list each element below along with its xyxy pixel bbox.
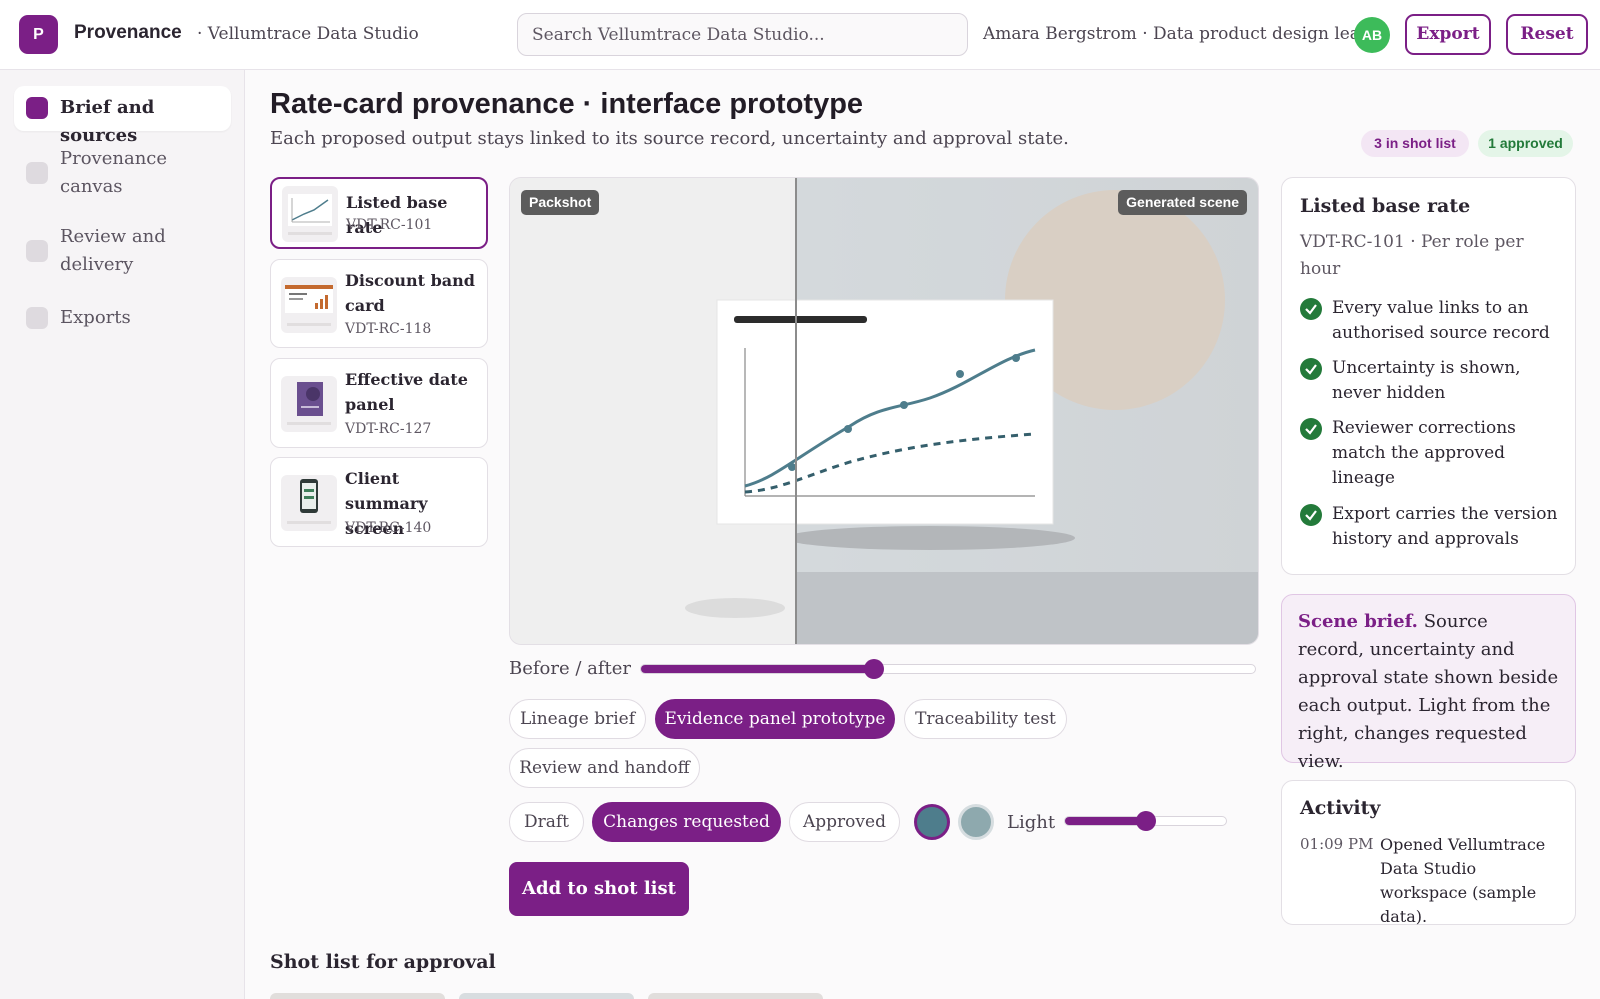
sidebar-item-label: Provenance canvas [60, 148, 168, 197]
shot-list-count-badge: 3 in shot list [1361, 130, 1469, 157]
section-icon [26, 307, 48, 329]
line-chart-thumb-icon [282, 186, 338, 242]
workspace-name: · Vellumtrace Data Studio [197, 24, 419, 44]
sidebar-item-review[interactable]: Review and delivery [14, 222, 231, 280]
top-bar: P Provenance · Vellumtrace Data Studio A… [0, 0, 1600, 70]
page-title: Rate-card provenance · interface prototy… [270, 88, 864, 120]
scene-illustration [510, 178, 1258, 644]
activity-text: Opened Vellumtrace Data Studio workspace… [1380, 835, 1546, 926]
check-icon [1300, 504, 1322, 526]
source-title: Discount band card [345, 271, 475, 315]
activity-title: Activity [1300, 797, 1381, 819]
status-draft[interactable]: Draft [509, 802, 584, 842]
slider-fill [1065, 817, 1146, 825]
date-panel-thumb-icon [281, 376, 337, 432]
phone-thumb-icon [281, 475, 337, 531]
section-icon [26, 162, 48, 184]
source-code: VDT-RC-101 [346, 217, 433, 233]
generated-scene-tag: Generated scene [1118, 190, 1247, 215]
before-after-stage[interactable]: Packshot Generated scene [509, 177, 1259, 645]
source-card[interactable]: Effective date panel VDT-RC-127 [270, 358, 488, 448]
sidebar-item-label: Review and delivery [60, 226, 166, 275]
source-code: VDT-RC-140 [345, 520, 432, 536]
source-code: VDT-RC-118 [345, 321, 432, 337]
detail-title: Listed base rate [1300, 195, 1471, 217]
source-title: Effective date panel [345, 370, 468, 414]
scene-brief: Scene brief. Source record, uncertainty … [1281, 594, 1576, 772]
sidebar: Brief and sources Provenance canvas Revi… [0, 70, 245, 999]
approved-count-badge: 1 approved [1478, 130, 1573, 157]
detail-panel: Listed base rate VDT-RC-101 · Per role p… [1281, 177, 1576, 575]
light-slider[interactable] [1064, 811, 1227, 831]
source-card[interactable]: Client summary screen VDT-RC-140 [270, 457, 488, 547]
sidebar-item-label: Brief and sources [60, 97, 155, 146]
activity-time: 01:09 PM [1300, 835, 1374, 853]
checklist-text: Export carries the version history and a… [1332, 504, 1558, 549]
checklist-text: Uncertainty is shown, never hidden [1332, 358, 1521, 403]
slider-fill [641, 665, 874, 673]
status-changes-requested[interactable]: Changes requested [592, 802, 781, 842]
check-icon [1300, 298, 1322, 320]
color-swatch-grey[interactable] [958, 804, 994, 840]
packshot-tag: Packshot [521, 190, 600, 215]
before-after-label: Before / after [509, 658, 632, 679]
sidebar-item-canvas[interactable]: Provenance canvas [14, 144, 231, 202]
section-icon [26, 240, 48, 262]
brand-name: Provenance [74, 22, 182, 43]
user-name: Amara Bergstrom · Data product design le… [983, 24, 1371, 44]
shot-list-item[interactable] [459, 993, 634, 999]
tab-review-handoff[interactable]: Review and handoff [509, 748, 700, 788]
shot-list-item[interactable] [648, 993, 823, 999]
tab-lineage-brief[interactable]: Lineage brief [509, 699, 646, 739]
check-icon [1300, 418, 1322, 440]
activity-panel: Activity 01:09 PM Opened Vellumtrace Dat… [1281, 780, 1576, 926]
checklist-text: Every value links to an authorised sourc… [1332, 298, 1550, 343]
source-card[interactable]: Discount band card VDT-RC-118 [270, 259, 488, 348]
reset-button[interactable]: Reset [1506, 14, 1588, 55]
export-button[interactable]: Export [1405, 14, 1491, 55]
bar-card-thumb-icon [281, 277, 337, 333]
brief-lead: Scene brief. [1298, 611, 1418, 632]
source-code: VDT-RC-127 [345, 421, 432, 437]
sidebar-item-brief[interactable]: Brief and sources [14, 86, 231, 146]
shot-list-heading: Shot list for approval [270, 951, 496, 973]
shot-list-item[interactable] [270, 993, 445, 999]
source-card[interactable]: Listed base rate VDT-RC-101 [270, 177, 488, 249]
search-input[interactable] [517, 13, 968, 56]
app-logo: P [19, 15, 58, 54]
light-label: Light [1007, 812, 1056, 833]
sidebar-item-exports[interactable]: Exports [14, 298, 231, 338]
tab-traceability-test[interactable]: Traceability test [904, 699, 1067, 739]
tab-evidence-panel[interactable]: Evidence panel prototype [655, 699, 895, 739]
detail-code: VDT-RC-101 · Per role per hour [1300, 232, 1524, 279]
check-icon [1300, 358, 1322, 380]
checklist-text: Reviewer corrections match the approved … [1332, 418, 1516, 488]
slider-handle[interactable] [864, 659, 884, 679]
status-approved[interactable]: Approved [789, 802, 900, 842]
add-to-shot-list-button[interactable]: Add to shot list [509, 862, 689, 916]
brief-text: Source record, uncertainty and approval … [1298, 611, 1559, 772]
avatar[interactable]: AB [1354, 17, 1390, 53]
slider-handle[interactable] [1136, 811, 1156, 831]
section-icon [26, 97, 48, 119]
page-subtitle: Each proposed output stays linked to its… [270, 128, 1069, 149]
before-after-slider[interactable] [640, 659, 1256, 679]
color-swatch-teal[interactable] [914, 804, 950, 840]
sidebar-item-label: Exports [60, 307, 131, 328]
